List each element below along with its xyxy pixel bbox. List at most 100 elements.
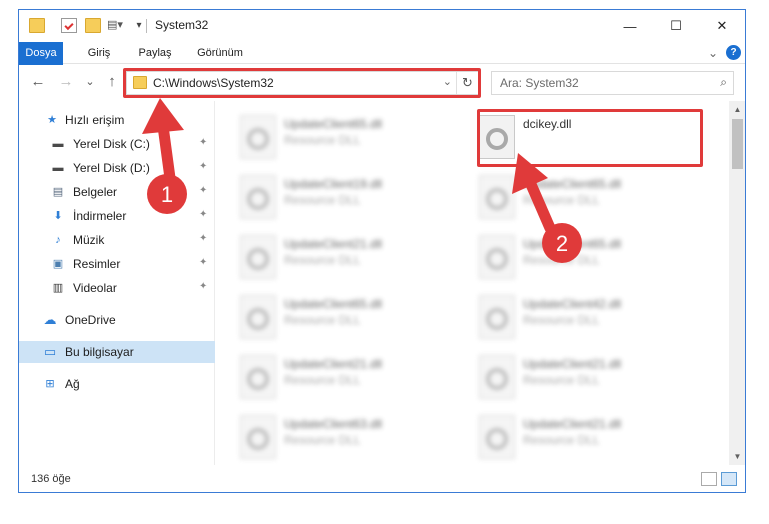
list-item[interactable]: UpdateClient65.dll Resource DLL: [236, 111, 461, 163]
details-view-icon[interactable]: [701, 472, 717, 486]
file-name: UpdateClient42.dll: [523, 297, 622, 311]
list-item[interactable]: UpdateClient42.dll Resource DLL: [475, 291, 700, 343]
scroll-up-icon[interactable]: ▲: [729, 101, 745, 118]
sidebar-item-label: Resimler: [73, 257, 121, 271]
file-name: UpdateClient21.dll: [284, 357, 383, 371]
search-icon[interactable]: ⌕: [720, 75, 727, 90]
minimize-button[interactable]: —: [607, 10, 653, 42]
file-name: UpdateClient65.dll: [284, 297, 383, 311]
scroll-down-icon[interactable]: ▼: [729, 448, 745, 465]
sidebar-item-downloads[interactable]: ⬇ İndirmeler ✦: [19, 205, 215, 227]
list-item[interactable]: UpdateClient21.dll Resource DLL: [236, 351, 461, 403]
recent-locations-button[interactable]: ⌄: [81, 75, 99, 88]
dll-file-icon: [240, 415, 276, 459]
help-icon[interactable]: ?: [726, 45, 741, 60]
sidebar-item-label: Ağ: [65, 377, 80, 391]
file-item-dcikey[interactable]: dcikey.dll: [475, 111, 700, 163]
list-item[interactable]: UpdateClient19.dll Resource DLL: [236, 171, 461, 223]
network-icon: ⊞: [45, 378, 55, 390]
explorer-window: ▤▾ ▾ System32 — ☐ ✕ Dosya Giriş Paylaş G…: [18, 9, 746, 493]
address-path[interactable]: C:\Windows\System32: [153, 76, 274, 90]
file-name: dcikey.dll: [523, 117, 572, 131]
dll-file-icon: [240, 295, 276, 339]
navigation-pane: ★ Hızlı erişim ▬ Yerel Disk (C:) ✦ ▬ Yer…: [19, 101, 215, 465]
sidebar-item-local-disk-c[interactable]: ▬ Yerel Disk (C:) ✦: [19, 133, 215, 155]
sidebar-item-label: OneDrive: [65, 313, 116, 327]
pin-icon[interactable]: ✦: [199, 185, 207, 196]
properties-icon[interactable]: [61, 18, 77, 33]
documents-icon: ▤: [52, 186, 64, 198]
file-name: UpdateClient19.dll: [284, 177, 383, 191]
back-button[interactable]: ←: [29, 73, 47, 90]
pictures-icon: ▣: [52, 258, 64, 270]
dll-file-icon: [240, 175, 276, 219]
address-dropdown-icon[interactable]: ⌄: [443, 75, 452, 88]
scrollbar-thumb[interactable]: [732, 119, 743, 169]
list-item[interactable]: UpdateClient65.dll Resource DLL: [475, 171, 700, 223]
vertical-scrollbar[interactable]: ▲ ▼: [729, 101, 745, 465]
forward-button[interactable]: →: [57, 73, 75, 90]
sidebar-item-pictures[interactable]: ▣ Resimler ✦: [19, 253, 215, 275]
pin-icon[interactable]: ✦: [199, 257, 207, 268]
list-item[interactable]: UpdateClient21.dll Resource DLL: [236, 231, 461, 283]
window-title: System32: [155, 18, 209, 32]
large-icons-view-icon[interactable]: [721, 472, 737, 486]
list-item[interactable]: UpdateClient21.dll Resource DLL: [475, 351, 700, 403]
dll-file-icon: [240, 115, 276, 159]
computer-icon: ▭: [43, 344, 57, 359]
sidebar-item-quick-access[interactable]: ★ Hızlı erişim: [19, 109, 215, 131]
up-button[interactable]: ↑: [103, 73, 121, 90]
refresh-button[interactable]: ↻: [456, 72, 478, 94]
file-list: UpdateClient65.dll Resource DLL UpdateCl…: [216, 101, 729, 465]
customize-toolbar-icon[interactable]: ▤▾: [107, 18, 127, 33]
new-folder-icon[interactable]: [85, 18, 101, 33]
list-item[interactable]: UpdateClient65.dll Resource DLL: [236, 291, 461, 343]
file-type: Resource DLL: [284, 193, 361, 207]
quick-access-dropdown-icon[interactable]: ▾: [131, 18, 147, 33]
pin-icon[interactable]: ✦: [199, 137, 207, 148]
search-input[interactable]: [492, 72, 707, 94]
sidebar-item-this-pc[interactable]: ▭ Bu bilgisayar: [19, 341, 215, 363]
sidebar-item-local-disk-d[interactable]: ▬ Yerel Disk (D:) ✦: [19, 157, 215, 179]
dll-file-icon: [240, 235, 276, 279]
sidebar-item-label: Hızlı erişim: [65, 113, 125, 127]
ribbon-collapse-icon[interactable]: ⌄: [708, 46, 718, 60]
sidebar-item-network[interactable]: ⊞ Ağ: [19, 373, 215, 395]
file-type: Resource DLL: [523, 433, 600, 447]
file-type: Resource DLL: [284, 313, 361, 327]
ribbon-tabs: Dosya Giriş Paylaş Görünüm ⌄ ?: [19, 42, 745, 94]
dll-file-icon: [479, 115, 515, 159]
sidebar-item-label: Belgeler: [73, 185, 118, 199]
pin-icon[interactable]: ✦: [199, 161, 207, 172]
dll-file-icon: [479, 175, 515, 219]
sidebar-item-label: Müzik: [73, 233, 105, 247]
sidebar-item-videos[interactable]: ▥ Videolar ✦: [19, 277, 215, 299]
star-icon: ★: [47, 114, 57, 126]
folder-icon: [133, 76, 147, 89]
maximize-button[interactable]: ☐: [653, 10, 699, 42]
dll-file-icon: [479, 355, 515, 399]
close-button[interactable]: ✕: [699, 10, 745, 42]
drive-icon: ▬: [52, 162, 64, 174]
sidebar-item-onedrive[interactable]: ☁ OneDrive: [19, 309, 215, 331]
pin-icon[interactable]: ✦: [199, 281, 207, 292]
list-item[interactable]: UpdateClient65.dll Resource DLL: [475, 231, 700, 283]
sidebar-item-documents[interactable]: ▤ Belgeler ✦: [19, 181, 215, 203]
address-bar[interactable]: C:\Windows\System32 ⌄ ↻: [126, 71, 479, 95]
sidebar-item-music[interactable]: ♪ Müzik ✦: [19, 229, 215, 251]
tab-view[interactable]: Görünüm: [191, 42, 249, 64]
tab-share[interactable]: Paylaş: [131, 42, 179, 64]
item-count: 136 öğe: [31, 473, 71, 485]
tab-home[interactable]: Giriş: [81, 42, 117, 64]
folder-icon: [29, 18, 45, 33]
file-type: Resource DLL: [284, 433, 361, 447]
download-icon: ⬇: [53, 210, 63, 222]
file-name: UpdateClient65.dll: [523, 177, 622, 191]
list-item[interactable]: UpdateClient63.dll Resource DLL: [236, 411, 461, 463]
pin-icon[interactable]: ✦: [199, 233, 207, 244]
list-item[interactable]: UpdateClient21.dll Resource DLL: [475, 411, 700, 463]
sidebar-item-label: Videolar: [73, 281, 117, 295]
search-box[interactable]: ⌕: [491, 71, 734, 95]
file-type: Resource DLL: [284, 253, 361, 267]
pin-icon[interactable]: ✦: [199, 209, 207, 220]
